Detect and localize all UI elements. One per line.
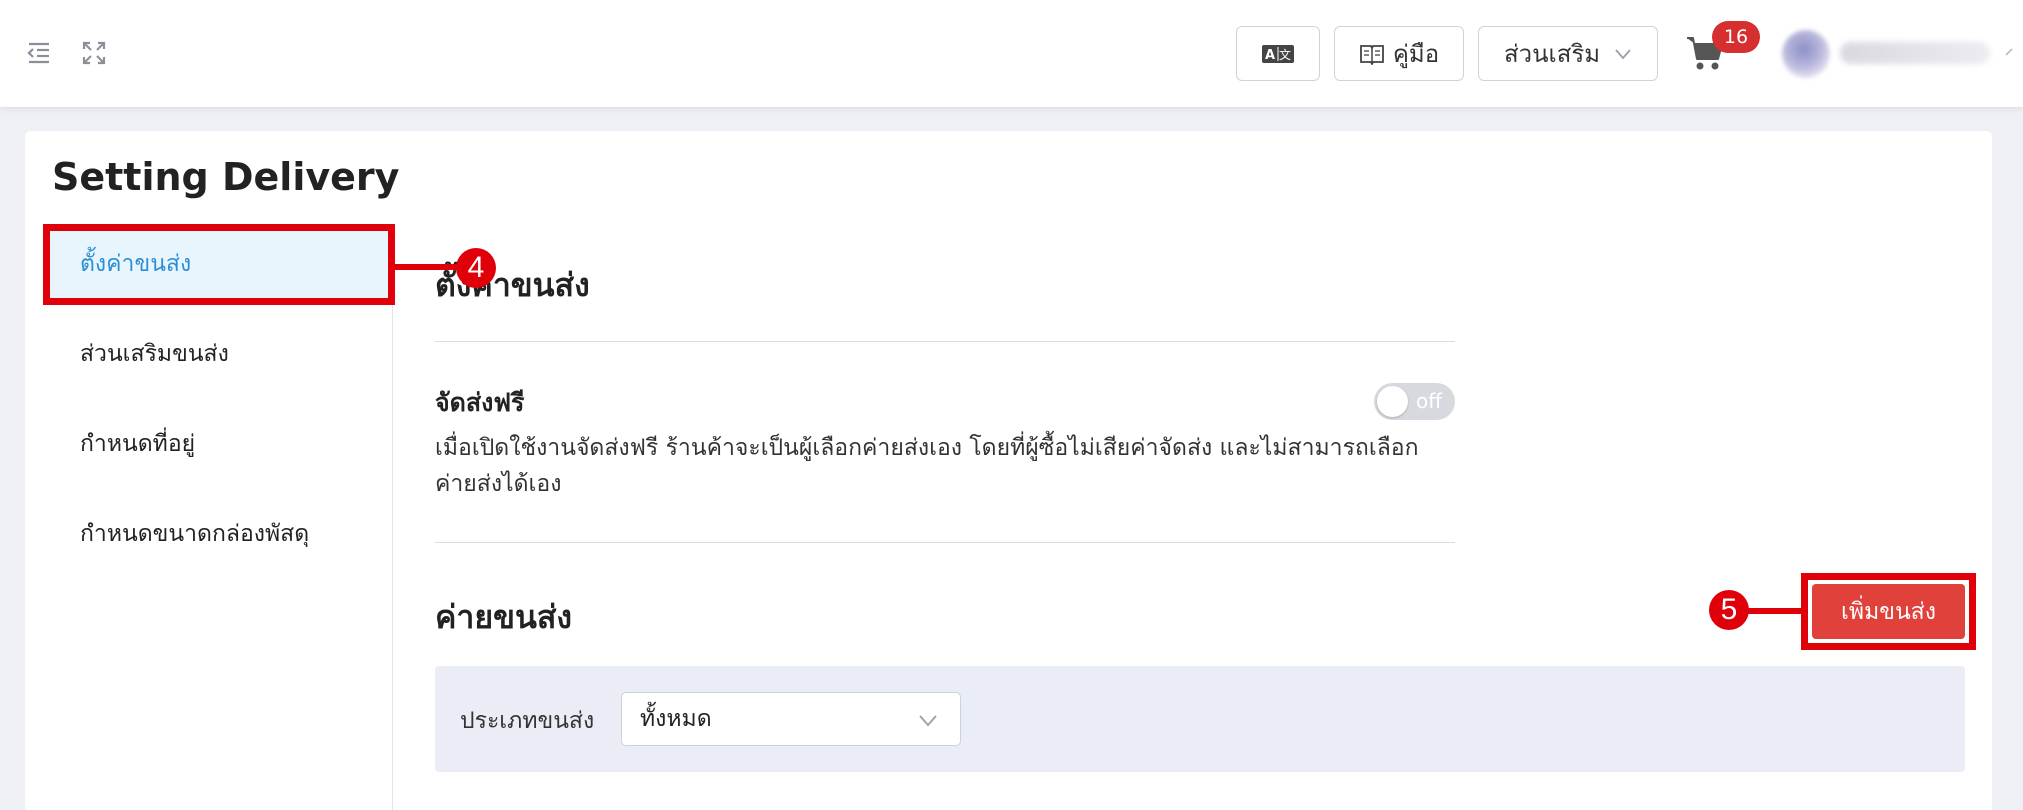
carrier-type-label: ประเภทขนส่ง — [460, 708, 595, 734]
sidebar-item-address[interactable]: กำหนดที่อยู่ — [45, 407, 390, 481]
addons-dropdown[interactable]: ส่วนเสริม — [1478, 26, 1658, 81]
toggle-state-label: off — [1416, 389, 1443, 413]
annotation-step5-number: 5 — [1709, 590, 1749, 630]
free-shipping-description: เมื่อเปิดใช้งานจัดส่งฟรี ร้านค้าจะเป็นผู… — [435, 435, 1419, 497]
addons-dropdown-label: ส่วนเสริม — [1503, 40, 1601, 68]
free-shipping-title: จัดส่งฟรี — [435, 388, 525, 417]
book-icon — [1359, 44, 1384, 65]
sidebar-item-shipping-addons[interactable]: ส่วนเสริมขนส่ง — [45, 317, 390, 391]
sidebar-item-label: ส่วนเสริมขนส่ง — [80, 341, 229, 367]
annotation-highlight-step4 — [43, 224, 395, 305]
annotation-step4-number: 4 — [456, 248, 496, 288]
translate-icon: A 文 — [1262, 44, 1294, 63]
user-name-blurred[interactable] — [1840, 42, 1990, 64]
carriers-title: ค่ายขนส่ง — [435, 598, 573, 636]
annotation-highlight-step5 — [1801, 573, 1976, 650]
manual-button-label: คู่มือ — [1392, 40, 1440, 68]
carrier-type-select[interactable]: ทั้งหมด — [621, 692, 961, 746]
manual-button[interactable]: คู่มือ — [1334, 26, 1464, 81]
sidebar-divider — [392, 225, 393, 810]
divider — [435, 542, 1455, 543]
annotation-connector-step5 — [1745, 608, 1803, 614]
fullscreen-icon[interactable] — [81, 40, 107, 66]
toggle-knob — [1377, 386, 1408, 417]
sidebar-item-label: กำหนดที่อยู่ — [80, 431, 196, 457]
collapse-sidebar-icon[interactable] — [26, 40, 52, 66]
user-avatar[interactable] — [1782, 30, 1830, 78]
annotation-connector-step4 — [393, 264, 458, 270]
divider — [435, 341, 1455, 342]
carrier-type-value: ทั้งหมด — [640, 706, 712, 732]
translate-button[interactable]: A 文 — [1236, 26, 1320, 81]
svg-text:A: A — [1265, 48, 1275, 63]
page-title: Setting Delivery — [52, 155, 400, 199]
sidebar-item-box-size[interactable]: กำหนดขนาดกล่องพัสดุ — [45, 497, 390, 571]
cart-count-badge: 16 — [1712, 21, 1760, 53]
free-shipping-toggle[interactable]: off — [1374, 383, 1455, 420]
svg-text:文: 文 — [1279, 47, 1291, 62]
chevron-down-icon — [919, 715, 937, 727]
user-menu-chevron-icon[interactable] — [2003, 44, 2019, 60]
chevron-down-icon — [1615, 48, 1631, 59]
sidebar-item-label: กำหนดขนาดกล่องพัสดุ — [80, 521, 310, 547]
